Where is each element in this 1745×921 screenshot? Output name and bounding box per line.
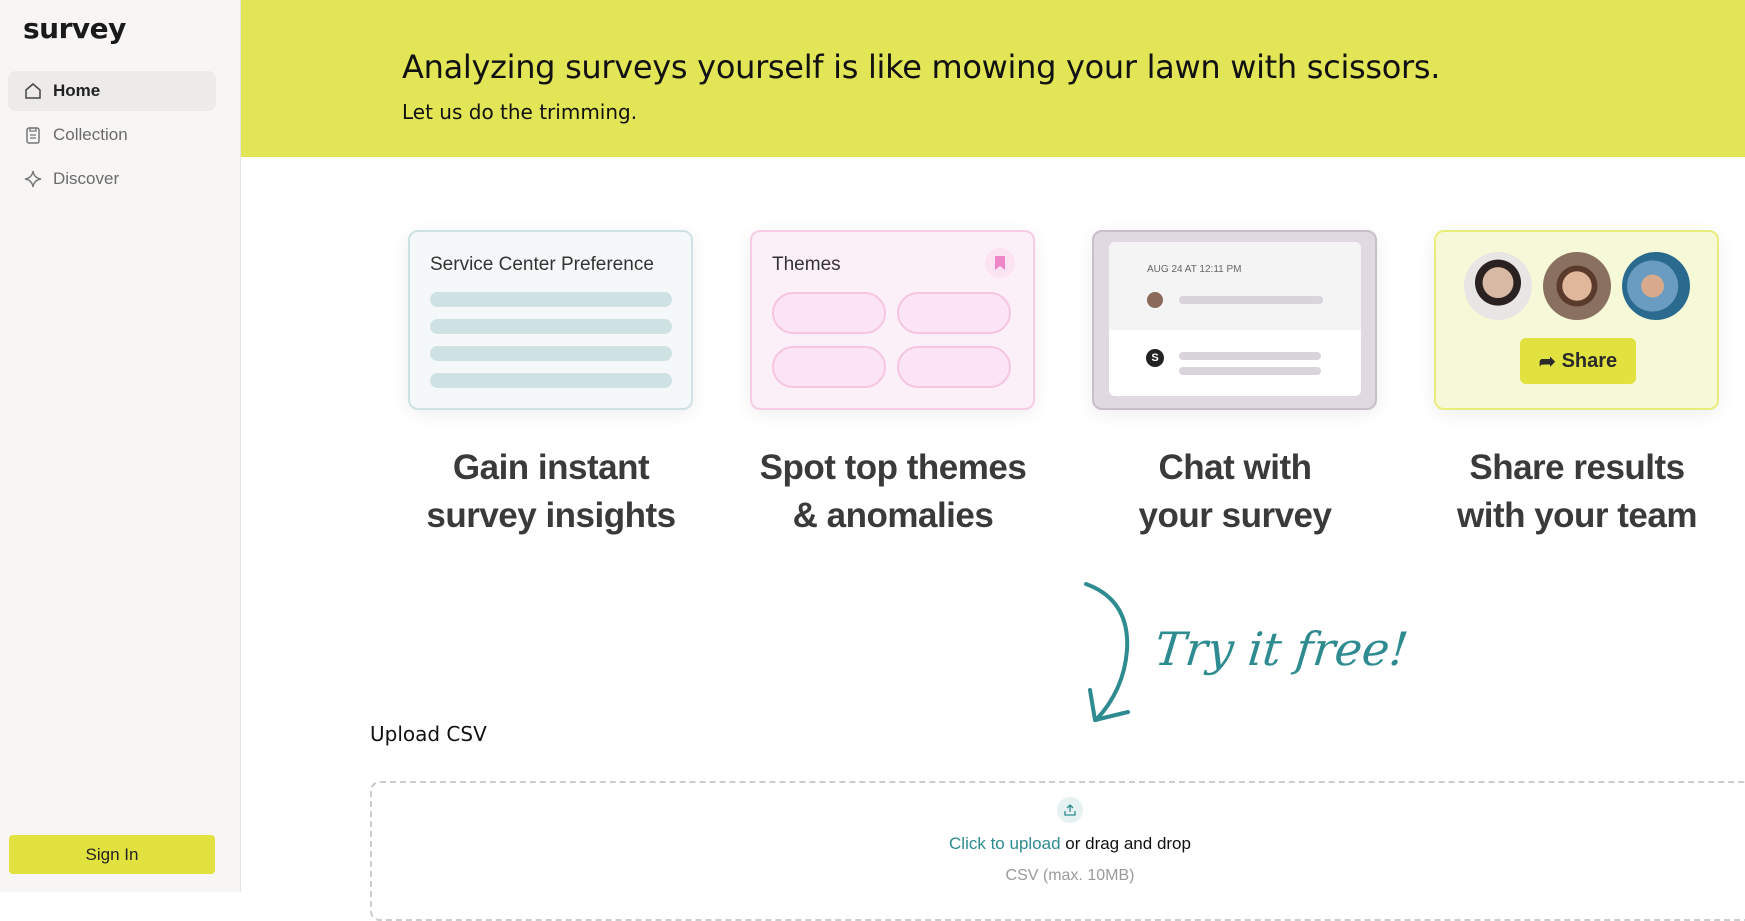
theme-pill bbox=[897, 346, 1011, 388]
sidebar-item-collection[interactable]: Collection bbox=[8, 115, 216, 155]
bookmark-icon bbox=[985, 248, 1015, 278]
team-avatar bbox=[1543, 252, 1611, 320]
card-title: Themes bbox=[772, 254, 841, 275]
banner-title: Analyzing surveys yourself is like mowin… bbox=[402, 48, 1441, 86]
feature-heading: Share results with your team bbox=[1457, 448, 1697, 535]
team-avatar bbox=[1622, 252, 1690, 320]
click-to-upload-link[interactable]: Click to upload bbox=[949, 834, 1061, 853]
share-label: Share bbox=[1561, 349, 1618, 372]
share-button[interactable]: ➦ Share bbox=[1520, 338, 1636, 384]
feature-heading: Gain instant survey insights bbox=[426, 448, 676, 535]
assistant-avatar: S bbox=[1146, 349, 1164, 367]
sidebar-item-home[interactable]: Home bbox=[8, 71, 216, 111]
chat-card: AUG 24 AT 12:11 PM S bbox=[1092, 230, 1377, 410]
placeholder-bar bbox=[430, 346, 672, 361]
themes-card: Themes bbox=[750, 230, 1035, 410]
card-title: Service Center Preference bbox=[430, 254, 654, 275]
chat-date: AUG 24 AT 12:11 PM bbox=[1147, 264, 1242, 275]
placeholder-bar bbox=[430, 373, 672, 388]
share-icon: ➦ bbox=[1538, 350, 1556, 373]
arrow-down-icon bbox=[1084, 582, 1130, 722]
theme-pill bbox=[897, 292, 1011, 334]
sidebar-item-discover[interactable]: Discover bbox=[8, 159, 216, 199]
sidebar-item-label: Discover bbox=[53, 169, 120, 188]
upload-icon[interactable] bbox=[1057, 797, 1083, 823]
placeholder-bar bbox=[1179, 296, 1323, 304]
drag-drop-text: or drag and drop bbox=[1060, 834, 1191, 853]
placeholder-bar bbox=[1179, 367, 1321, 375]
placeholder-bar bbox=[1179, 352, 1321, 360]
theme-pill bbox=[772, 346, 886, 388]
sparkle-icon bbox=[24, 170, 42, 188]
upload-label: Upload CSV bbox=[370, 722, 487, 746]
hero-banner: Analyzing surveys yourself is like mowin… bbox=[241, 0, 1745, 157]
banner-subtitle: Let us do the trimming. bbox=[402, 100, 638, 124]
logo: survey bbox=[23, 12, 126, 45]
feature-heading: Chat with your survey bbox=[1138, 448, 1332, 535]
user-avatar bbox=[1147, 292, 1163, 308]
sidebar-item-label: Home bbox=[53, 81, 101, 100]
home-icon bbox=[25, 83, 41, 99]
placeholder-bar bbox=[430, 319, 672, 334]
placeholder-bar bbox=[430, 292, 672, 307]
theme-pill bbox=[772, 292, 886, 334]
insights-card: Service Center Preference bbox=[408, 230, 693, 410]
clipboard-icon bbox=[26, 127, 40, 144]
upload-hint: CSV (max. 10MB) bbox=[1005, 867, 1135, 884]
share-card: ➦ Share bbox=[1434, 230, 1719, 410]
sidebar: survey Home Collection Discover Sign In bbox=[0, 0, 241, 892]
team-avatar bbox=[1464, 252, 1532, 320]
try-it-free-text: Try it free! bbox=[1152, 622, 1411, 676]
feature-heading: Spot top themes & anomalies bbox=[759, 448, 1027, 535]
sidebar-item-label: Collection bbox=[53, 125, 128, 144]
